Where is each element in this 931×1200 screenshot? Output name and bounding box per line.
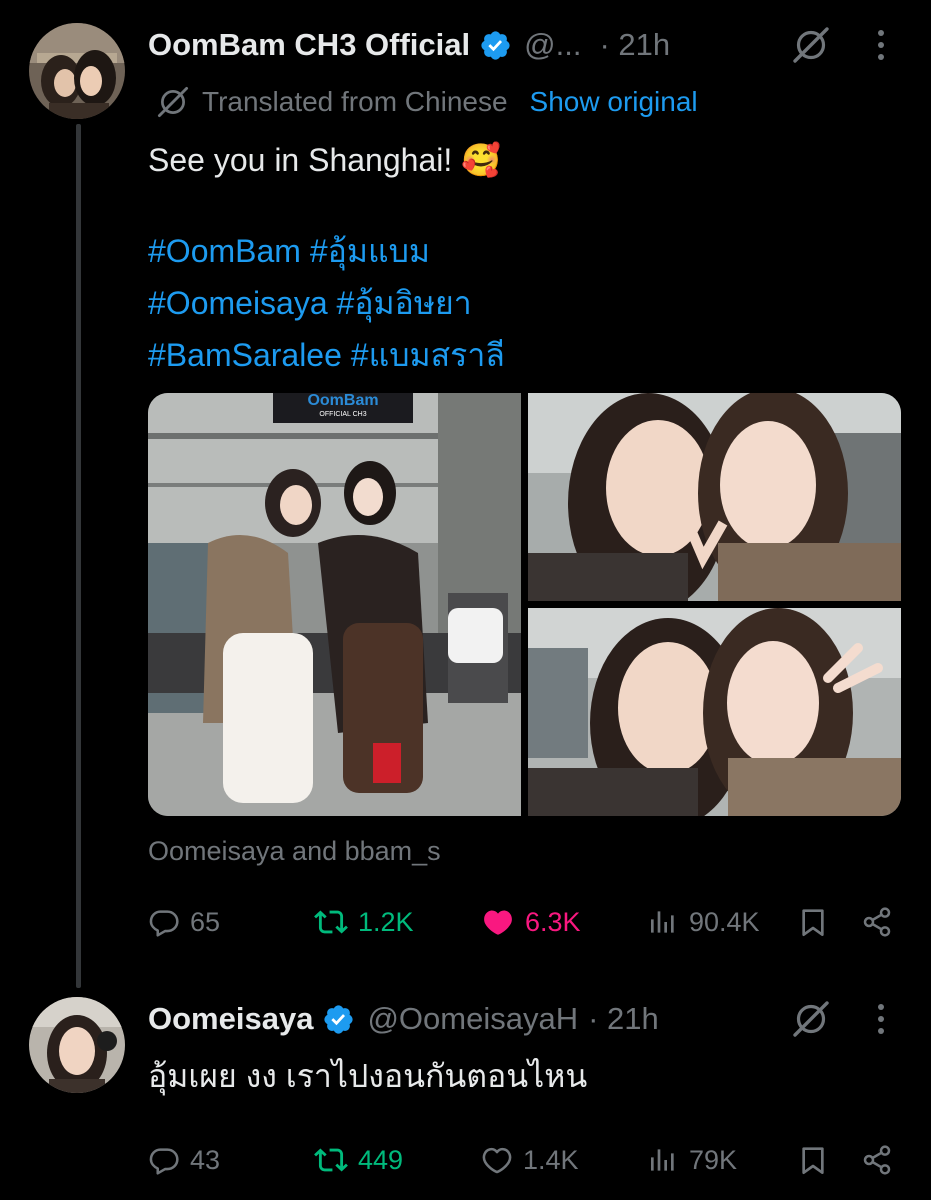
bookmark-icon	[797, 906, 829, 938]
like-icon	[481, 905, 515, 939]
share-button[interactable]	[861, 900, 893, 944]
reply-like-button[interactable]: 1.4K	[481, 1138, 579, 1182]
reply-repost-button[interactable]: 449	[314, 1138, 403, 1182]
reply-repost-count: 449	[358, 1144, 404, 1175]
like-count: 6.3K	[525, 906, 581, 937]
repost-icon	[314, 905, 348, 939]
reply-button[interactable]: 65	[148, 900, 220, 944]
like-button[interactable]: 6.3K	[481, 900, 581, 944]
reply-reply-count: 43	[190, 1144, 221, 1175]
reply-bookmark-button[interactable]	[797, 1138, 829, 1182]
tweet-text: See you in Shanghai! 🥰	[148, 142, 501, 178]
avatar-oomeisaya[interactable]	[29, 997, 125, 1093]
bookmark-button[interactable]	[797, 900, 829, 944]
reply-icon	[148, 906, 180, 938]
reply-author-handle[interactable]: @OomeisayaH	[367, 1001, 578, 1037]
grok-icon[interactable]	[791, 25, 831, 65]
reply-header: Oomeisaya @OomeisayaH · 21h	[148, 994, 659, 1044]
reply-view-count: 79K	[689, 1144, 738, 1175]
view-count: 90.4K	[689, 906, 760, 937]
more-options-icon[interactable]	[875, 999, 887, 1039]
tweet-header: OomBam CH3 Official @... · 21h	[148, 20, 670, 70]
hashtag-line-2[interactable]: #Oomeisaya #อุ้มอิษยา	[148, 279, 472, 327]
tweet-timestamp[interactable]: · 21h	[599, 27, 670, 63]
photo-tagged-users[interactable]: Oomeisaya and bbam_s	[148, 836, 441, 867]
tweet-photo-selfie-2[interactable]	[528, 608, 901, 816]
reply-views-button[interactable]: 79K	[647, 1138, 737, 1182]
reply-timestamp[interactable]: · 21h	[588, 1001, 659, 1037]
more-options-icon[interactable]	[875, 25, 887, 65]
hashtag-line-1[interactable]: #OomBam #อุ้มแบม	[148, 227, 430, 275]
show-original-link[interactable]: Show original	[530, 86, 698, 118]
repost-button[interactable]: 1.2K	[314, 900, 414, 944]
reply-text: อุ้มเผย งง เราไปงอนกันตอนไหน	[148, 1058, 588, 1094]
share-icon	[861, 906, 893, 938]
reply-author-name[interactable]: Oomeisaya	[148, 1001, 313, 1037]
views-button[interactable]: 90.4K	[647, 900, 760, 944]
views-icon	[647, 1144, 679, 1176]
verified-badge-icon	[479, 29, 512, 62]
photo-sign-text: OomBam	[307, 393, 378, 409]
translation-note: Translated from Chinese	[202, 86, 508, 117]
translation-bar: Translated from Chinese Show original	[156, 80, 698, 124]
avatar-oombam[interactable]	[29, 23, 125, 119]
hashtag-line-3[interactable]: #BamSaralee #แบมสราลี	[148, 331, 505, 379]
photo-sign-subtext: OFFICIAL CH3	[319, 411, 366, 418]
tweet-photo-selfie-1[interactable]	[528, 393, 901, 601]
bookmark-icon	[797, 1144, 829, 1176]
views-icon	[647, 906, 679, 938]
like-icon	[481, 1144, 513, 1176]
reply-count: 65	[190, 906, 221, 937]
reply-reply-button[interactable]: 43	[148, 1138, 220, 1182]
reply-icon	[148, 1144, 180, 1176]
author-name[interactable]: OomBam CH3 Official	[148, 27, 470, 63]
grok-icon[interactable]	[791, 999, 831, 1039]
verified-badge-icon	[322, 1003, 355, 1036]
repost-count: 1.2K	[358, 906, 414, 937]
tweet-photo-airport[interactable]: OomBam OFFICIAL CH3	[148, 393, 521, 816]
share-icon	[861, 1144, 893, 1176]
thread-connector-line	[76, 124, 81, 988]
tweet-media-grid: OomBam OFFICIAL CH3	[148, 393, 901, 816]
repost-icon	[314, 1143, 348, 1177]
reply-share-button[interactable]	[861, 1138, 893, 1182]
translate-icon	[156, 85, 190, 119]
author-handle[interactable]: @...	[524, 27, 581, 63]
reply-like-count: 1.4K	[523, 1144, 579, 1175]
